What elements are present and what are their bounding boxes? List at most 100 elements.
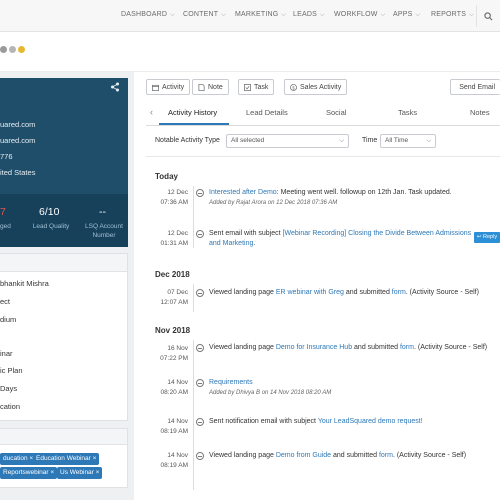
reply-button[interactable]: ↩ Reply: [474, 232, 500, 243]
activity-entry-meta: Added by Dhivya B on 14 Nov 2018 08:20 A…: [209, 390, 332, 396]
activity-entry-text: Sent email with subject [Webinar Recordi…: [209, 230, 472, 247]
tab-social[interactable]: Social: [326, 108, 346, 117]
entry-timestamp: 16 Nov 07:22 PM: [160, 345, 188, 362]
nav-reports[interactable]: REPORTS ⌵: [431, 11, 474, 19]
activity-icon: [196, 452, 204, 460]
lead-status-icons: [0, 46, 25, 53]
tag-chip[interactable]: ducation ×: [0, 453, 37, 465]
email-primary[interactable]: uared.com: [0, 120, 35, 129]
stat-score-label: ged: [0, 223, 11, 230]
chevron-down-icon: ⌵: [426, 138, 431, 144]
activity-icon: [196, 230, 204, 238]
activity-link[interactable]: Demo for Insurance Hub: [276, 344, 352, 351]
activity-link[interactable]: Interested after Demo: [209, 189, 277, 196]
timeline-line: [193, 340, 194, 490]
entry-timestamp: 12 Dec 07:36 AM: [160, 189, 188, 206]
activity-entry-text: Interested after Demo: Meeting went well…: [209, 189, 452, 196]
add-task-button[interactable]: Task: [238, 79, 275, 95]
time-filter-select[interactable]: All Time ⌵: [380, 134, 436, 148]
bell-icon[interactable]: [18, 46, 25, 53]
tags-card: ducation × Education Webinar × Reportswe…: [0, 428, 128, 488]
chevron-down-icon: ⌵: [380, 12, 386, 18]
search-icon: [484, 11, 493, 20]
search-button[interactable]: [476, 5, 500, 27]
tab-lead-details[interactable]: Lead Details: [246, 108, 288, 117]
lead-info-card: bhankit Mishra ect dium inar ic Plan Day…: [0, 253, 128, 421]
info-field: Days: [0, 384, 18, 393]
country: ited States: [0, 168, 36, 177]
svg-text:$: $: [292, 85, 295, 90]
activity-entry-text: Sent notification email with subject You…: [209, 418, 423, 425]
stat-account-value: --: [99, 206, 106, 218]
activity-link[interactable]: Requirements: [209, 379, 253, 386]
chevron-down-icon: ⌵: [415, 12, 421, 18]
lead-header: [0, 32, 500, 72]
sales-activity-label: Sales Activity: [300, 83, 342, 91]
tab-activity-history[interactable]: Activity History: [168, 108, 217, 117]
lead-stats: 7 ged 6/10 Lead Quality -- LSQ Account N…: [0, 194, 128, 247]
activity-entry-meta: Added by Rajat Arora on 12 Dec 2018 07:3…: [209, 200, 338, 206]
time-filter-label: Time: [362, 137, 378, 144]
filter-divider: [146, 156, 500, 157]
nav-dashboard[interactable]: DASHBOARD ⌵: [121, 11, 175, 19]
activity-type-select[interactable]: All selected ⌵: [226, 134, 349, 148]
tag-chip[interactable]: Us Webinar ×: [57, 467, 103, 479]
info-field: ic Plan: [0, 366, 23, 375]
info-owner: bhankit Mishra: [0, 279, 49, 288]
note-label: Note: [208, 83, 223, 91]
entry-timestamp: 14 Nov 08:20 AM: [160, 379, 188, 396]
nav-apps[interactable]: APPS ⌵: [393, 11, 420, 19]
activity-type-value: All selected: [231, 137, 265, 144]
info-card-header: [0, 254, 127, 272]
dollar-icon: $: [290, 83, 297, 91]
calendar-icon: [152, 84, 159, 91]
note-icon: [198, 83, 205, 91]
group-heading: Nov 2018: [155, 326, 191, 335]
activity-link[interactable]: Demo from Guide: [276, 452, 331, 459]
nav-content[interactable]: CONTENT ⌵: [183, 11, 226, 19]
activity-icon: [196, 344, 204, 352]
email-secondary[interactable]: uared.com: [0, 136, 35, 145]
activity-icon: [196, 289, 204, 297]
entry-timestamp: 07 Dec 12:07 AM: [160, 289, 188, 306]
time-filter-value: All Time: [385, 137, 409, 144]
chevron-down-icon: ⌵: [319, 12, 325, 18]
nav-marketing[interactable]: MARKETING ⌵: [235, 11, 286, 19]
phone-number[interactable]: 776: [0, 152, 13, 161]
profile-card: uared.com uared.com 776 ited States: [0, 78, 128, 194]
form-link[interactable]: form: [379, 452, 393, 459]
activity-link[interactable]: ER webinar with Greg: [276, 289, 344, 296]
form-link[interactable]: form: [400, 344, 414, 351]
add-note-button[interactable]: Note: [192, 79, 229, 95]
tab-tasks[interactable]: Tasks: [398, 108, 417, 117]
activity-link[interactable]: [Webinar Recording] Closing the Divide B…: [283, 230, 472, 237]
info-field: inar: [0, 349, 13, 358]
nav-leads[interactable]: LEADS ⌵: [293, 11, 325, 19]
info-field: cation: [0, 402, 21, 411]
stat-score-value: 7: [0, 206, 6, 218]
activity-link[interactable]: Your LeadSquared demo request!: [318, 418, 423, 425]
sales-activity-button[interactable]: $ Sales Activity: [284, 79, 348, 95]
tab-scroll-left-icon[interactable]: ‹: [150, 107, 153, 117]
form-link[interactable]: form: [392, 289, 406, 296]
chevron-down-icon: ⌵: [281, 12, 287, 18]
tab-notes[interactable]: Notes: [470, 108, 490, 117]
nav-workflow[interactable]: WORKFLOW ⌵: [334, 11, 385, 19]
chevron-down-icon: ⌵: [170, 12, 175, 18]
activity-icon: [196, 379, 204, 387]
send-email-label: Send Email: [459, 83, 495, 91]
tag-chip[interactable]: Education Webinar ×: [33, 453, 100, 465]
activity-label: Activity: [162, 83, 185, 91]
send-email-button[interactable]: Send Email: [450, 79, 500, 95]
info-field: ect: [0, 297, 11, 306]
activity-link[interactable]: and Marketing: [209, 240, 253, 247]
share-icon[interactable]: [110, 82, 120, 92]
top-nav: DASHBOARD ⌵ CONTENT ⌵ MARKETING ⌵ LEADS ⌵ WO…: [0, 0, 500, 32]
activity-entry-text: Requirements: [209, 378, 253, 388]
group-heading: Today: [155, 172, 178, 181]
active-tab-indicator: [159, 123, 229, 125]
tag-chip[interactable]: Reportswebinar ×: [0, 467, 58, 479]
chevron-down-icon: ⌵: [221, 12, 226, 18]
add-activity-button[interactable]: Activity: [146, 79, 191, 95]
activity-icon: [196, 418, 204, 426]
